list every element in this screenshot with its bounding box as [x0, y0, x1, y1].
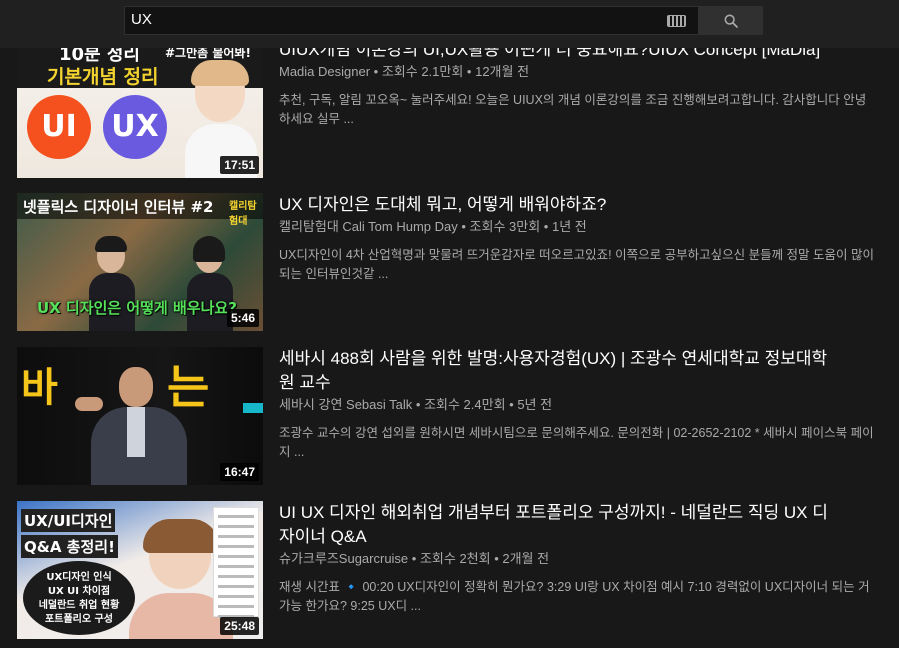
video-description: UX디자인이 4차 산업혁명과 맞물려 뜨거운감자로 떠오르고있죠! 이쪽으로 …	[279, 248, 874, 281]
video-info: UX 디자인은 도대체 뭐고, 어떻게 배워야하죠? 캘리탐험대 Cali To…	[279, 193, 879, 284]
neon-bar	[243, 403, 263, 413]
video-thumbnail[interactable]: UX/UI디자인 Q&A 총정리! UX디자인 인식 UX UI 차이점 네덜란…	[17, 501, 263, 639]
channel-name[interactable]: Madia Designer	[279, 64, 370, 79]
ux-circle: UX	[103, 95, 167, 159]
video-item[interactable]: UX/UI디자인 Q&A 총정리! UX디자인 인식 UX UI 차이점 네덜란…	[17, 501, 887, 639]
video-meta: Madia Designer • 조회수 2.1만회 • 12개월 전	[279, 64, 530, 79]
video-info: UIUX개념 이론강의 UI,UX활용 어떤게 더 중요해요?UIUX Conc…	[279, 40, 879, 129]
thumbnail-label: UX/UI디자인	[21, 509, 116, 532]
thumbnail-caption: UX 디자인은 어떻게 배우나요?	[37, 299, 237, 317]
neon-sign: 바	[21, 365, 58, 411]
thumbnail-text: 넷플릭스 디자이너 인터뷰 #2	[23, 198, 214, 216]
video-duration: 17:51	[220, 156, 259, 174]
video-description: 재생 시간표 🔹 00:20 UX디자인이 정확히 뭔가요? 3:29 UI랑 …	[279, 580, 870, 613]
video-thumbnail[interactable]: 바 는 16:47	[17, 347, 263, 485]
video-duration: 5:46	[226, 309, 259, 327]
video-item[interactable]: 10분 정리 기본개념 정리 #그만좀 물어봐! UI UX 17:51 UIU…	[17, 40, 887, 178]
channel-name[interactable]: 슈가크루즈Sugarcruise	[279, 551, 408, 566]
channel-name[interactable]: 세바시 강연 Sebasi Talk	[279, 397, 412, 412]
video-title[interactable]: UI UX 디자인 해외취업 개념부터 포트폴리오 구성까지! - 네덜란드 직…	[279, 501, 839, 549]
view-stats: 조회수 2.4만회 • 5년 전	[424, 397, 553, 412]
video-duration: 25:48	[220, 617, 259, 635]
video-item[interactable]: 바 는 16:47 세바시 488회 사람을 위한 발명:사용자경험(UX) |…	[17, 347, 887, 485]
video-title[interactable]: UX 디자인은 도대체 뭐고, 어떻게 배워야하죠?	[279, 193, 879, 217]
video-info: 세바시 488회 사람을 위한 발명:사용자경험(UX) | 조광수 연세대학교…	[279, 347, 879, 462]
ui-circle: UI	[27, 95, 91, 159]
thumbnail-label: Q&A 총정리!	[21, 535, 118, 558]
video-meta: 세바시 강연 Sebasi Talk • 조회수 2.4만회 • 5년 전	[279, 397, 553, 412]
video-description: 추천, 구독, 알림 꼬오옥~ 눌러주세요! 오늘은 UIUX의 개념 이론강의…	[279, 93, 867, 126]
top-bar: UX	[0, 0, 899, 48]
video-title[interactable]: 세바시 488회 사람을 위한 발명:사용자경험(UX) | 조광수 연세대학교…	[279, 347, 839, 395]
video-info: UI UX 디자인 해외취업 개념부터 포트폴리오 구성까지! - 네덜란드 직…	[279, 501, 879, 616]
search-icon	[724, 14, 738, 28]
video-duration: 16:47	[220, 463, 259, 481]
channel-name[interactable]: 캘리탐험대 Cali Tom Hump Day	[279, 219, 458, 234]
thumbnail-text: 기본개념 정리	[47, 66, 159, 88]
channel-logo: 캘리탐험대	[229, 201, 257, 227]
speaker-figure	[75, 367, 191, 485]
video-meta: 슈가크루즈Sugarcruise • 조회수 2천회 • 2개월 전	[279, 551, 550, 566]
search-input[interactable]: UX	[124, 6, 698, 35]
view-stats: 조회수 3만회 • 1년 전	[469, 219, 587, 234]
thumbnail-bubble: UX디자인 인식 UX UI 차이점 네덜란드 취업 현황 포트폴리오 구성	[23, 561, 135, 635]
video-description: 조광수 교수의 강연 섭외를 원하시면 세바시팀으로 문의해주세요. 문의전화 …	[279, 426, 874, 459]
video-meta: 캘리탐험대 Cali Tom Hump Day • 조회수 3만회 • 1년 전	[279, 219, 587, 234]
keyboard-icon[interactable]	[667, 15, 686, 27]
search-query[interactable]: UX	[131, 11, 152, 28]
video-thumbnail[interactable]: 넷플릭스 디자이너 인터뷰 #2 캘리탐험대 UX 디자인은 어떻게 배우나요?…	[17, 193, 263, 331]
view-stats: 조회수 2.1만회 • 12개월 전	[381, 64, 530, 79]
video-item[interactable]: 넷플릭스 디자이너 인터뷰 #2 캘리탐험대 UX 디자인은 어떻게 배우나요?…	[17, 193, 887, 331]
search-button[interactable]	[698, 6, 763, 35]
view-stats: 조회수 2천회 • 2개월 전	[419, 551, 550, 566]
comment-card	[213, 507, 259, 618]
video-thumbnail[interactable]: 10분 정리 기본개념 정리 #그만좀 물어봐! UI UX 17:51	[17, 40, 263, 178]
